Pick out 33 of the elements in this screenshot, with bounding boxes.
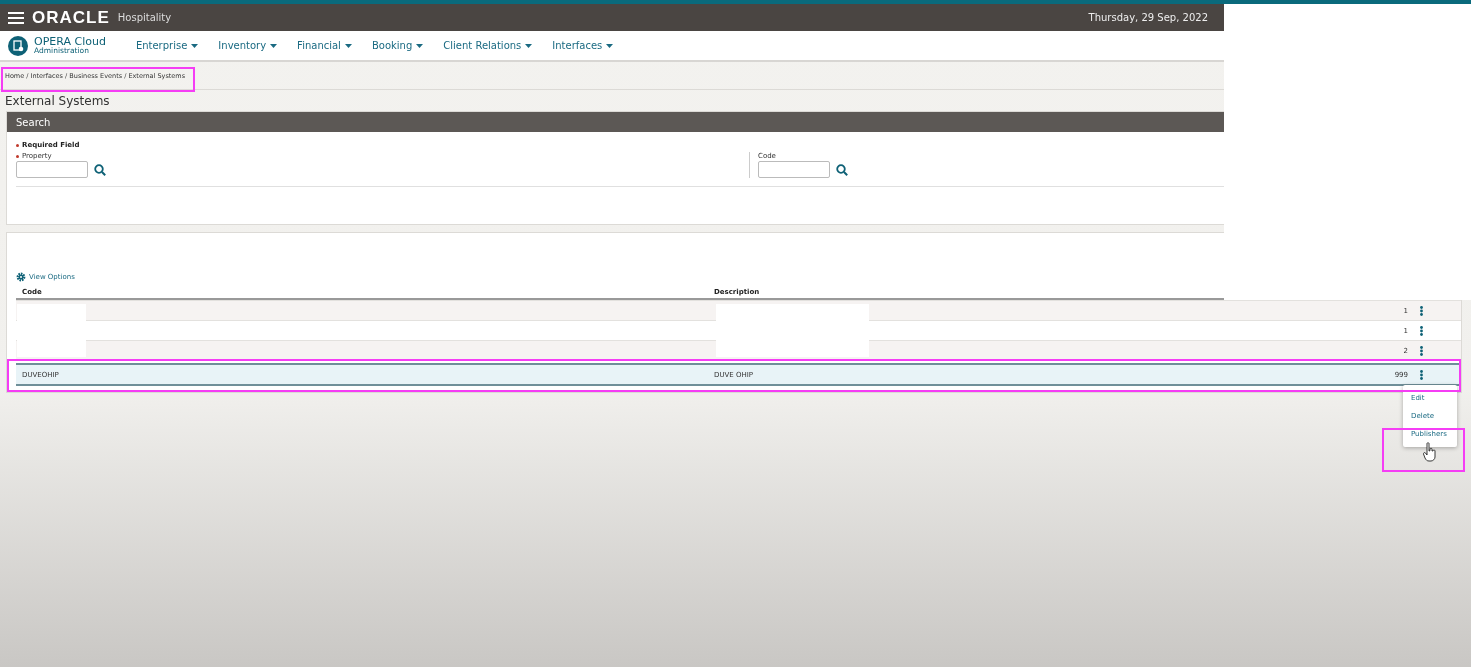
page-title: External Systems <box>4 93 111 110</box>
caret-icon <box>416 43 424 48</box>
brand-logo: ORACLE <box>32 7 110 28</box>
kebab-icon <box>1420 345 1423 356</box>
app-name: OPERA Cloud <box>34 36 106 47</box>
product-name: Hospitality <box>117 12 172 23</box>
search-icon[interactable] <box>94 163 106 176</box>
kebab-icon <box>1420 369 1423 380</box>
caret-icon <box>606 43 614 48</box>
input-field[interactable] <box>16 161 88 178</box>
more-options-button[interactable] <box>1420 305 1423 316</box>
caret-icon <box>191 43 199 48</box>
menu-icon[interactable] <box>8 11 24 24</box>
nav-menu[interactable]: Financial <box>297 40 352 51</box>
nav-menu[interactable]: Enterprise <box>135 40 199 51</box>
gear-icon <box>16 272 26 282</box>
current-date: Thursday, 29 Sep, 2022 <box>1088 12 1208 23</box>
input-field[interactable] <box>758 161 830 178</box>
kebab-icon <box>1420 305 1423 316</box>
more-options-button[interactable] <box>1420 345 1423 356</box>
kebab-icon <box>1420 325 1423 336</box>
search-icon[interactable] <box>836 163 848 176</box>
clipboard-icon <box>8 35 28 56</box>
caret-icon <box>344 43 352 48</box>
nav-menu[interactable]: Inventory <box>218 40 278 51</box>
caret-icon <box>270 43 278 48</box>
nav-menu[interactable]: Booking <box>371 40 424 51</box>
more-options-button[interactable] <box>1420 369 1423 380</box>
nav-menu[interactable]: Client Relations <box>443 40 533 51</box>
nav-menu[interactable]: Interfaces <box>552 40 614 51</box>
more-options-button[interactable] <box>1420 325 1423 336</box>
caret-icon <box>525 43 533 48</box>
required-icon <box>16 143 19 147</box>
